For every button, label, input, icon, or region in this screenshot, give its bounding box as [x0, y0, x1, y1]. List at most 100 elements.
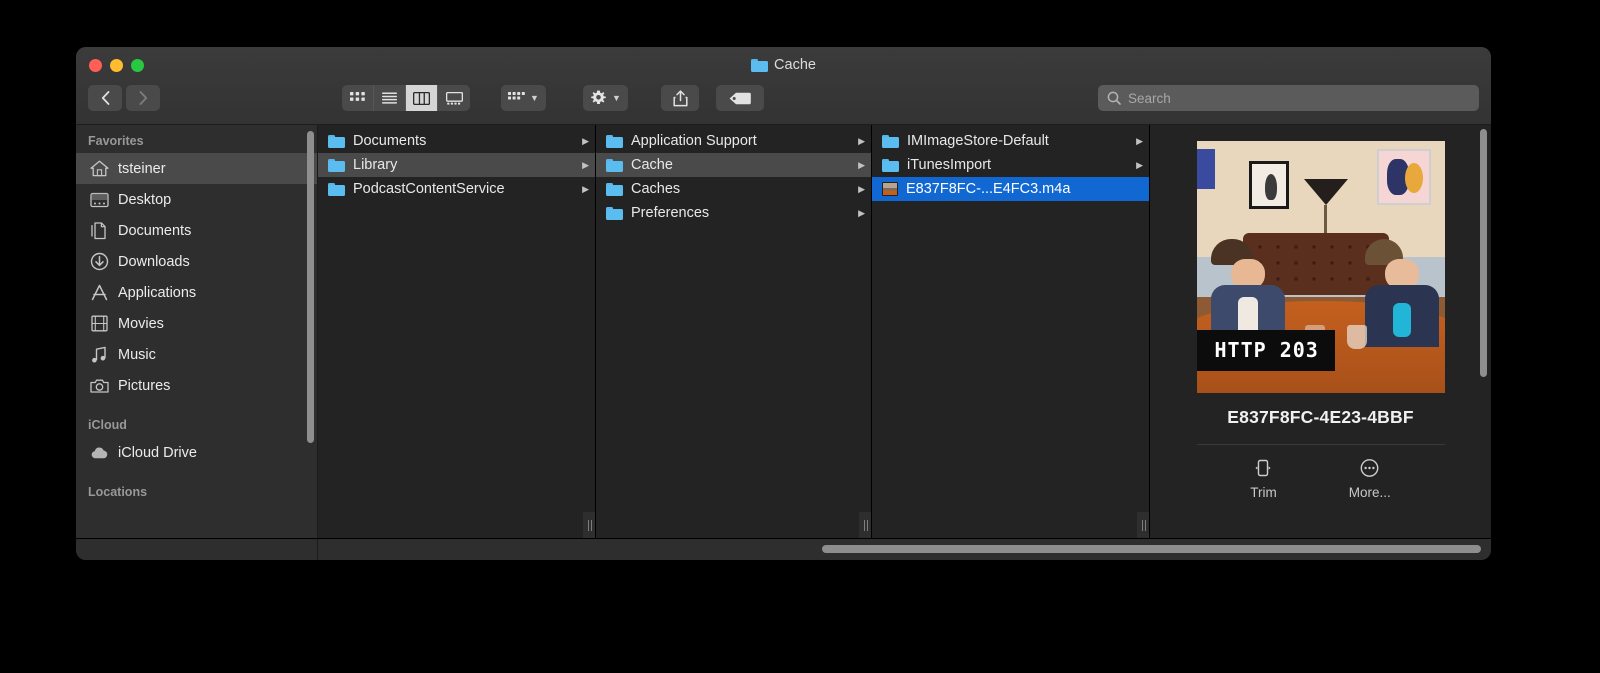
gallery-view-button[interactable]: [438, 85, 470, 111]
disclosure-arrow-icon: ▶: [582, 136, 589, 147]
tags-button[interactable]: [716, 85, 764, 111]
sidebar-scrollbar[interactable]: [307, 131, 314, 443]
disclosure-arrow-icon: ▶: [858, 160, 865, 171]
group-by-icon: [508, 92, 525, 104]
thumbnail-art-framed: [1249, 161, 1289, 209]
preview-thumbnail: HTTP 203: [1197, 141, 1445, 393]
column-row[interactable]: IMImageStore-Default ▶: [872, 129, 1149, 153]
documents-icon: [90, 221, 109, 240]
row-label: Caches: [631, 181, 850, 197]
column-row[interactable]: PodcastContentService ▶: [318, 177, 595, 201]
window-body: Favorites tsteiner: [76, 125, 1491, 538]
folder-icon: [328, 183, 345, 196]
column-view-button[interactable]: [406, 85, 438, 111]
sidebar-section-locations-header: Locations: [76, 468, 317, 504]
forward-button[interactable]: [126, 85, 160, 111]
horizontal-scrollbar-track[interactable]: [76, 538, 1491, 560]
gear-icon: [590, 90, 607, 107]
sidebar-item-icloud-drive[interactable]: iCloud Drive: [76, 437, 317, 468]
search-icon: [1107, 91, 1121, 105]
row-label: Library: [353, 157, 574, 173]
column-row[interactable]: Application Support ▶: [596, 129, 871, 153]
sidebar-item-downloads[interactable]: Downloads: [76, 246, 317, 277]
list-view-button[interactable]: [374, 85, 406, 111]
sidebar-item-movies[interactable]: Movies: [76, 308, 317, 339]
thumbnail-art-left: [1197, 149, 1215, 189]
sidebar-item-label: Music: [118, 347, 156, 363]
share-button[interactable]: [661, 85, 699, 111]
column-row[interactable]: iTunesImport ▶: [872, 153, 1149, 177]
sidebar-item-documents[interactable]: Documents: [76, 215, 317, 246]
row-label: Cache: [631, 157, 850, 173]
column-browser: Documents ▶ Library ▶ PodcastContentServ…: [318, 125, 1491, 538]
disclosure-arrow-icon: ▶: [858, 208, 865, 219]
thumbnail-lamp-shade: [1304, 179, 1348, 205]
column-3: IMImageStore-Default ▶ iTunesImport ▶ E8…: [872, 125, 1150, 538]
column-resize-handle[interactable]: [583, 512, 596, 538]
column-row[interactable]: Caches ▶: [596, 177, 871, 201]
trim-icon: [1252, 458, 1274, 478]
sidebar-item-label: iCloud Drive: [118, 445, 197, 461]
preview-divider: [1197, 444, 1445, 445]
desktop-icon: [90, 190, 109, 209]
home-icon: [90, 159, 109, 178]
sidebar-item-label: Movies: [118, 316, 164, 332]
finder-window: Cache: [76, 47, 1491, 560]
icon-view-button[interactable]: [342, 85, 374, 111]
folder-icon: [328, 159, 345, 172]
music-icon: [90, 345, 109, 364]
row-label: E837F8FC-...E4FC3.m4a: [906, 181, 1143, 197]
sidebar-item-music[interactable]: Music: [76, 339, 317, 370]
back-button[interactable]: [88, 85, 122, 111]
sidebar-item-label: Pictures: [118, 378, 170, 394]
row-label: Application Support: [631, 133, 850, 149]
sidebar-item-applications[interactable]: Applications: [76, 277, 317, 308]
sidebar-item-desktop[interactable]: Desktop: [76, 184, 317, 215]
column-row[interactable]: Library ▶: [318, 153, 595, 177]
disclosure-arrow-icon: ▶: [582, 184, 589, 195]
column-row[interactable]: Cache ▶: [596, 153, 871, 177]
thumbnail-badge: HTTP 203: [1197, 330, 1335, 371]
scrollbar-sidebar-spacer: [76, 539, 318, 560]
minimize-button[interactable]: [110, 59, 123, 72]
folder-icon: [606, 135, 623, 148]
trim-button[interactable]: Trim: [1250, 458, 1277, 500]
toolbar: ▼ ▼: [76, 83, 1491, 113]
sidebar-item-tsteiner[interactable]: tsteiner: [76, 153, 317, 184]
share-icon: [673, 90, 688, 107]
disclosure-arrow-icon: ▶: [858, 136, 865, 147]
close-button[interactable]: [89, 59, 102, 72]
sidebar-item-pictures[interactable]: Pictures: [76, 370, 317, 401]
column-resize-handle[interactable]: [1137, 512, 1150, 538]
grid-icon: [350, 92, 365, 104]
thumbnail-person-right: [1365, 239, 1439, 347]
action-menu-button[interactable]: ▼: [583, 85, 628, 111]
applications-icon: [90, 283, 109, 302]
preview-pane: HTTP 203 E837F8FC-4E23-4BBF Trim: [1150, 125, 1491, 538]
search-field[interactable]: Search: [1098, 85, 1479, 111]
column-row[interactable]: Preferences ▶: [596, 201, 871, 225]
column-row-selected[interactable]: E837F8FC-...E4FC3.m4a: [872, 177, 1149, 201]
column-row[interactable]: Documents ▶: [318, 129, 595, 153]
horizontal-scrollbar-thumb[interactable]: [822, 545, 1481, 553]
preview-scrollbar[interactable]: [1480, 129, 1487, 377]
view-mode-segmented-control: [342, 85, 470, 111]
zoom-button[interactable]: [131, 59, 144, 72]
disclosure-arrow-icon: ▶: [582, 160, 589, 171]
more-button[interactable]: More...: [1349, 458, 1391, 500]
list-icon: [382, 92, 397, 104]
folder-icon: [328, 135, 345, 148]
more-label: More...: [1349, 485, 1391, 500]
traffic-lights: [89, 59, 144, 72]
columns-icon: [413, 92, 430, 105]
sidebar: Favorites tsteiner: [76, 125, 318, 538]
gallery-icon: [446, 92, 463, 105]
column-resize-handle[interactable]: [859, 512, 872, 538]
thumbnail-glass-right: [1347, 325, 1367, 349]
tag-icon: [729, 92, 751, 105]
chevron-left-icon: [101, 91, 110, 105]
group-by-button[interactable]: ▼: [501, 85, 546, 111]
folder-icon: [606, 183, 623, 196]
sidebar-item-label: Desktop: [118, 192, 171, 208]
window-title: Cache: [76, 57, 1491, 73]
